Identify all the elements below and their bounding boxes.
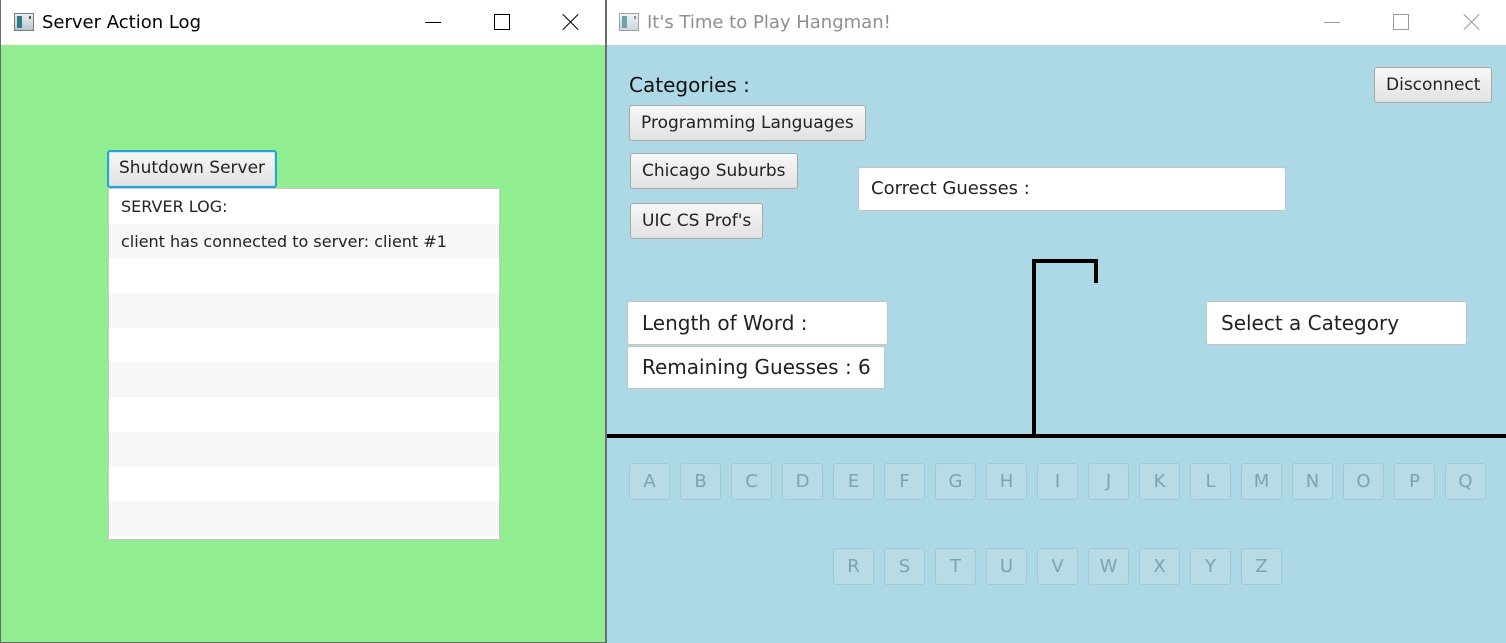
letter-button-v[interactable]: V (1037, 548, 1078, 585)
java-app-icon (619, 13, 639, 31)
letter-button-x[interactable]: X (1139, 548, 1180, 585)
window-title: Server Action Log (42, 12, 201, 33)
log-row[interactable] (109, 328, 499, 363)
letter-button-m[interactable]: M (1241, 463, 1282, 500)
disconnect-button[interactable]: Disconnect (1374, 67, 1493, 103)
letter-button-z[interactable]: Z (1241, 548, 1282, 585)
letter-button-p[interactable]: P (1394, 463, 1435, 500)
maximize-icon[interactable] (1377, 6, 1423, 38)
letter-button-q[interactable]: Q (1445, 463, 1486, 500)
window-title: It's Time to Play Hangman! (647, 12, 891, 33)
letter-button-j[interactable]: J (1088, 463, 1129, 500)
letter-button-k[interactable]: K (1139, 463, 1180, 500)
length-of-word-field: Length of Word : (627, 301, 888, 345)
log-row[interactable] (109, 362, 499, 398)
title-bar[interactable]: Server Action Log (1, 0, 605, 45)
minimize-icon[interactable] (409, 6, 455, 38)
hangman-window: It's Time to Play Hangman! Categories : … (606, 0, 1506, 643)
minimize-icon[interactable] (1308, 6, 1354, 38)
letter-button-l[interactable]: L (1190, 463, 1231, 500)
status-field: Select a Category (1206, 301, 1467, 345)
log-row[interactable] (109, 501, 499, 536)
letter-button-e[interactable]: E (833, 463, 874, 500)
category-programming-languages-button[interactable]: Programming Languages (629, 105, 866, 141)
server-content: Shutdown Server SERVER LOG: client has co… (1, 45, 605, 642)
log-row[interactable] (109, 431, 499, 467)
remaining-guesses-field: Remaining Guesses : 6 (627, 346, 885, 389)
letter-button-i[interactable]: I (1037, 463, 1078, 500)
close-icon[interactable] (1448, 6, 1494, 38)
letter-button-t[interactable]: T (935, 548, 976, 585)
letter-button-b[interactable]: B (680, 463, 721, 500)
letter-button-u[interactable]: U (986, 548, 1027, 585)
java-app-icon (14, 13, 34, 31)
log-row[interactable] (109, 258, 499, 293)
letter-button-s[interactable]: S (884, 548, 925, 585)
title-bar[interactable]: It's Time to Play Hangman! (607, 0, 1506, 45)
game-content: Categories : Programming Languages Chica… (607, 45, 1506, 643)
log-row[interactable] (109, 397, 499, 432)
log-row[interactable] (109, 467, 499, 502)
shutdown-server-button[interactable]: Shutdown Server (107, 150, 278, 188)
letter-button-y[interactable]: Y (1190, 548, 1231, 585)
category-chicago-suburbs-button[interactable]: Chicago Suburbs (630, 153, 798, 189)
letter-button-o[interactable]: O (1343, 463, 1384, 500)
letter-button-n[interactable]: N (1292, 463, 1333, 500)
correct-guesses-field: Correct Guesses : (858, 167, 1286, 211)
log-row[interactable]: client has connected to server: client #… (109, 223, 499, 259)
letter-button-w[interactable]: W (1088, 548, 1129, 585)
letter-button-c[interactable]: C (731, 463, 772, 500)
letter-button-f[interactable]: F (884, 463, 925, 500)
letter-button-g[interactable]: G (935, 463, 976, 500)
letter-button-r[interactable]: R (833, 548, 874, 585)
log-row[interactable]: SERVER LOG: (109, 189, 499, 224)
log-row[interactable] (109, 293, 499, 328)
server-action-log-window: Server Action Log Shutdown Server SERVER… (0, 0, 606, 643)
maximize-icon[interactable] (478, 6, 524, 38)
close-icon[interactable] (547, 6, 593, 38)
categories-label: Categories : (629, 73, 750, 97)
letter-button-d[interactable]: D (782, 463, 823, 500)
letter-button-a[interactable]: A (629, 463, 670, 500)
category-uic-cs-profs-button[interactable]: UIC CS Prof's (630, 203, 764, 239)
server-log-list[interactable]: SERVER LOG: client has connected to serve… (108, 188, 500, 540)
letter-button-h[interactable]: H (986, 463, 1027, 500)
